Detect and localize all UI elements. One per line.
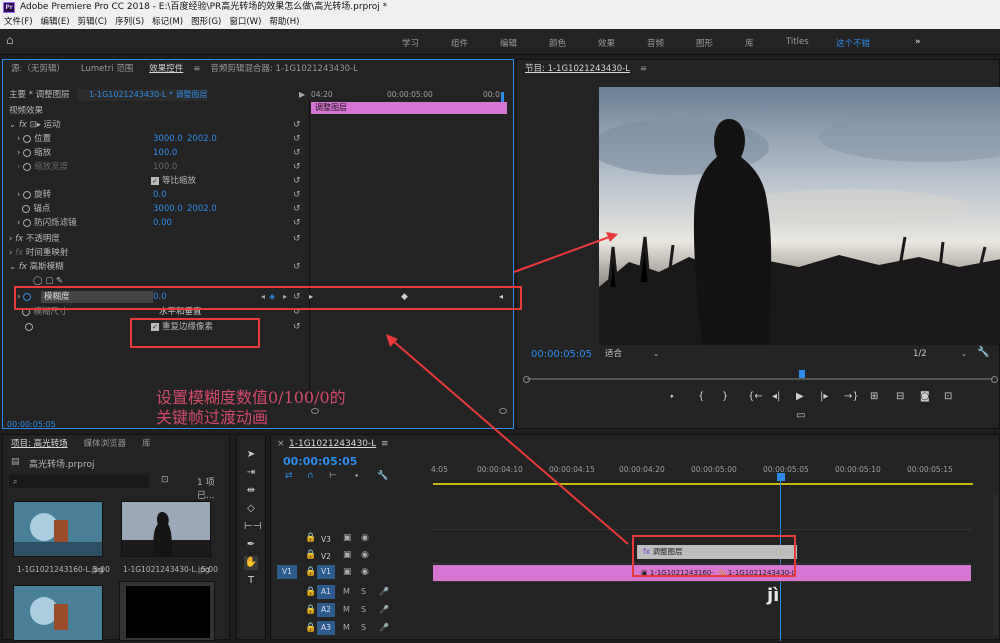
annotation-arrows bbox=[386, 232, 629, 545]
annotation-text: 设置模糊度数值0/100/0的 关键帧过渡动画 bbox=[156, 388, 346, 427]
